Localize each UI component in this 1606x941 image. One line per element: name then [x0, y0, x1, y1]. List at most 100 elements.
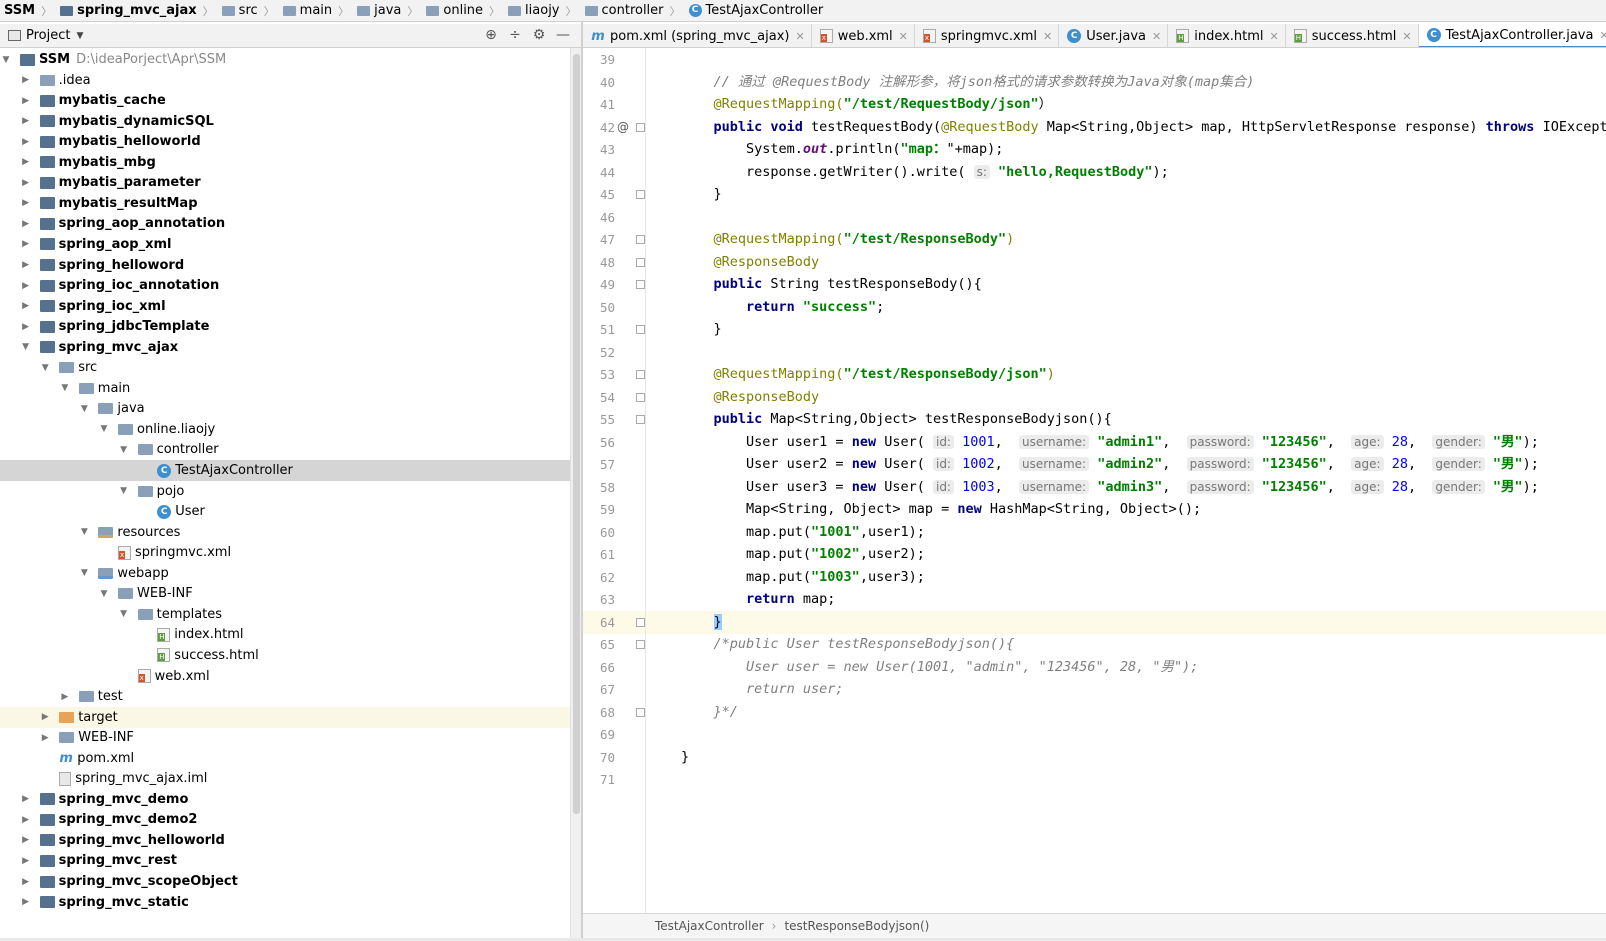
chevron-right-icon[interactable]: ▶ — [59, 692, 71, 702]
tree-item[interactable]: ▼ main — [0, 378, 570, 399]
code-line[interactable]: 58 User user3 = new User( id: 1003, user… — [583, 476, 1606, 499]
tree-item[interactable]: ▶ spring_helloword — [0, 255, 570, 276]
tree-item[interactable]: ▼ WEB-INF — [0, 583, 570, 604]
code-line[interactable]: 54 @ResponseBody — [583, 386, 1606, 409]
project-tree[interactable]: ▼ SSM D:\ideaPorject\Apr\SSM ▶ .idea ▶ mybatis… — [0, 48, 570, 938]
chevron-right-icon[interactable]: ▶ — [39, 733, 51, 743]
code-line[interactable]: 48 @ResponseBody — [583, 251, 1606, 274]
breadcrumb-item[interactable]: liaojy — [506, 3, 560, 18]
tree-item[interactable]: ▶ target — [0, 706, 570, 728]
tree-item[interactable]: ▶ test — [0, 686, 570, 707]
chevron-down-icon[interactable]: ▼ — [118, 609, 130, 619]
tree-item[interactable]: success.html — [0, 645, 570, 666]
chevron-down-icon[interactable]: ▼ — [118, 445, 130, 455]
code-line[interactable]: 46 — [583, 206, 1606, 229]
chevron-down-icon[interactable]: ▼ — [20, 342, 32, 352]
fold-marker-icon[interactable] — [636, 190, 645, 199]
close-icon[interactable]: ✕ — [795, 30, 804, 43]
chevron-right-icon[interactable]: ▶ — [20, 835, 32, 845]
code-line[interactable]: 55 public Map<String,Object> testRespons… — [583, 408, 1606, 431]
code-line[interactable]: 39 — [583, 48, 1606, 71]
tree-item[interactable]: ▼ webapp — [0, 563, 570, 584]
chevron-right-icon[interactable]: ▶ — [20, 322, 32, 332]
tree-item[interactable]: ▼ templates — [0, 604, 570, 625]
fold-marker-icon[interactable] — [636, 640, 645, 649]
breadcrumb-item[interactable]: online — [424, 3, 483, 18]
tree-item[interactable]: ▶ spring_mvc_demo2 — [0, 809, 570, 830]
gear-icon[interactable]: ⚙ — [527, 27, 551, 43]
chevron-right-icon[interactable]: ▶ — [20, 219, 32, 229]
chevron-right-icon[interactable]: ▶ — [20, 116, 32, 126]
project-view-selector[interactable]: Project ▼ — [8, 28, 83, 43]
code-line[interactable]: 50 return "success"; — [583, 296, 1606, 319]
tree-item[interactable]: ▼ online.liaojy — [0, 419, 570, 440]
tree-item[interactable]: ▶ mybatis_helloworld — [0, 131, 570, 152]
code-line[interactable]: 67 return user; — [583, 678, 1606, 701]
chevron-right-icon[interactable]: ▶ — [20, 260, 32, 270]
tree-item[interactable]: ▶ mybatis_resultMap — [0, 193, 570, 214]
close-icon[interactable]: ✕ — [1402, 30, 1411, 43]
project-scrollbar[interactable] — [570, 48, 581, 938]
tree-item[interactable]: ▼ pojo — [0, 481, 570, 502]
tree-item[interactable]: ▶ spring_mvc_static — [0, 892, 570, 913]
chevron-right-icon[interactable]: ▶ — [20, 75, 32, 85]
fold-marker-icon[interactable] — [636, 617, 645, 627]
chevron-right-icon[interactable]: ▶ — [20, 856, 32, 866]
tree-item[interactable]: ▶ WEB-INF — [0, 727, 570, 748]
editor-tab[interactable]: m pom.xml (spring_mvc_ajax) ✕ — [583, 24, 812, 47]
tree-item[interactable]: spring_mvc_ajax.iml — [0, 768, 570, 789]
code-editor[interactable]: 39 40 // 通过 @RequestBody 注解形参，将json格式的请求参… — [583, 48, 1606, 913]
editor-tab[interactable]: springmvc.xml ✕ — [915, 24, 1060, 47]
code-line[interactable]: 71 — [583, 768, 1606, 791]
breadcrumb-item[interactable]: spring_mvc_ajax — [58, 3, 197, 18]
collapse-icon[interactable]: ÷ — [503, 27, 527, 43]
tree-item[interactable]: ▶ .idea — [0, 70, 570, 91]
code-line[interactable]: 44 response.getWriter().write( s: "hello… — [583, 161, 1606, 184]
code-line[interactable]: 61 map.put("1002",user2); — [583, 543, 1606, 566]
chevron-right-icon[interactable]: ▶ — [20, 239, 32, 249]
code-line[interactable]: 66 User user = new User(1001, "admin", "… — [583, 656, 1606, 679]
code-line[interactable]: 41 @RequestMapping("/test/RequestBody/js… — [583, 93, 1606, 116]
tree-item[interactable]: ▼ spring_mvc_ajax — [0, 337, 570, 358]
breadcrumb-item[interactable]: src — [220, 3, 258, 18]
chevron-down-icon[interactable]: ▼ — [0, 55, 12, 65]
tree-item[interactable]: web.xml — [0, 666, 570, 687]
tree-item[interactable]: ▶ mybatis_mbg — [0, 152, 570, 173]
code-line[interactable]: 59 Map<String, Object> map = new HashMap… — [583, 498, 1606, 521]
fold-marker-icon[interactable] — [636, 325, 645, 334]
fold-marker-icon[interactable] — [636, 392, 645, 402]
tree-item[interactable]: ▼ java — [0, 398, 570, 419]
scrollbar-thumb[interactable] — [573, 54, 580, 814]
chevron-right-icon[interactable]: ▶ — [20, 198, 32, 208]
tree-item[interactable]: ▼ SSM D:\ideaPorject\Apr\SSM — [0, 49, 570, 70]
tree-item[interactable]: ▶ spring_jdbcTemplate — [0, 316, 570, 337]
chevron-down-icon[interactable]: ▼ — [78, 527, 90, 537]
code-line[interactable]: 60 map.put("1001",user1); — [583, 521, 1606, 544]
tree-item[interactable]: ▶ spring_mvc_scopeObject — [0, 871, 570, 892]
code-line[interactable]: 49 public String testResponseBody(){ — [583, 273, 1606, 296]
tree-item[interactable]: ▶ spring_ioc_xml — [0, 296, 570, 317]
tree-item[interactable]: ▶ spring_ioc_annotation — [0, 275, 570, 296]
code-line[interactable]: 57 User user2 = new User( id: 1002, user… — [583, 453, 1606, 476]
status-breadcrumb-item[interactable]: TestAjaxController — [655, 919, 764, 933]
close-icon[interactable]: ✕ — [899, 30, 908, 43]
tree-item[interactable]: index.html — [0, 624, 570, 645]
tree-item[interactable]: ▶ mybatis_dynamicSQL — [0, 111, 570, 132]
code-line[interactable]: 40 // 通过 @RequestBody 注解形参，将json格式的请求参数转… — [583, 71, 1606, 94]
chevron-right-icon[interactable]: ▶ — [20, 877, 32, 887]
code-line[interactable]: 70} — [583, 746, 1606, 769]
chevron-right-icon[interactable]: ▶ — [20, 281, 32, 291]
breadcrumb-item[interactable]: C TestAjaxController — [687, 3, 823, 18]
locate-icon[interactable]: ⊕ — [479, 27, 503, 43]
tree-item[interactable]: ▶ spring_aop_xml — [0, 234, 570, 255]
breadcrumb-item[interactable]: java — [355, 3, 401, 18]
fold-marker-icon[interactable] — [636, 707, 645, 717]
editor-tab[interactable]: C User.java ✕ — [1059, 24, 1169, 47]
editor-tab[interactable]: success.html ✕ — [1286, 24, 1419, 47]
chevron-down-icon[interactable]: ▼ — [78, 404, 90, 414]
minimize-icon[interactable]: — — [551, 27, 575, 43]
breadcrumb-item[interactable]: SSM — [4, 3, 35, 18]
chevron-right-icon[interactable]: ▶ — [39, 712, 51, 722]
chevron-down-icon[interactable]: ▼ — [39, 363, 51, 373]
chevron-down-icon[interactable]: ▼ — [98, 589, 110, 599]
